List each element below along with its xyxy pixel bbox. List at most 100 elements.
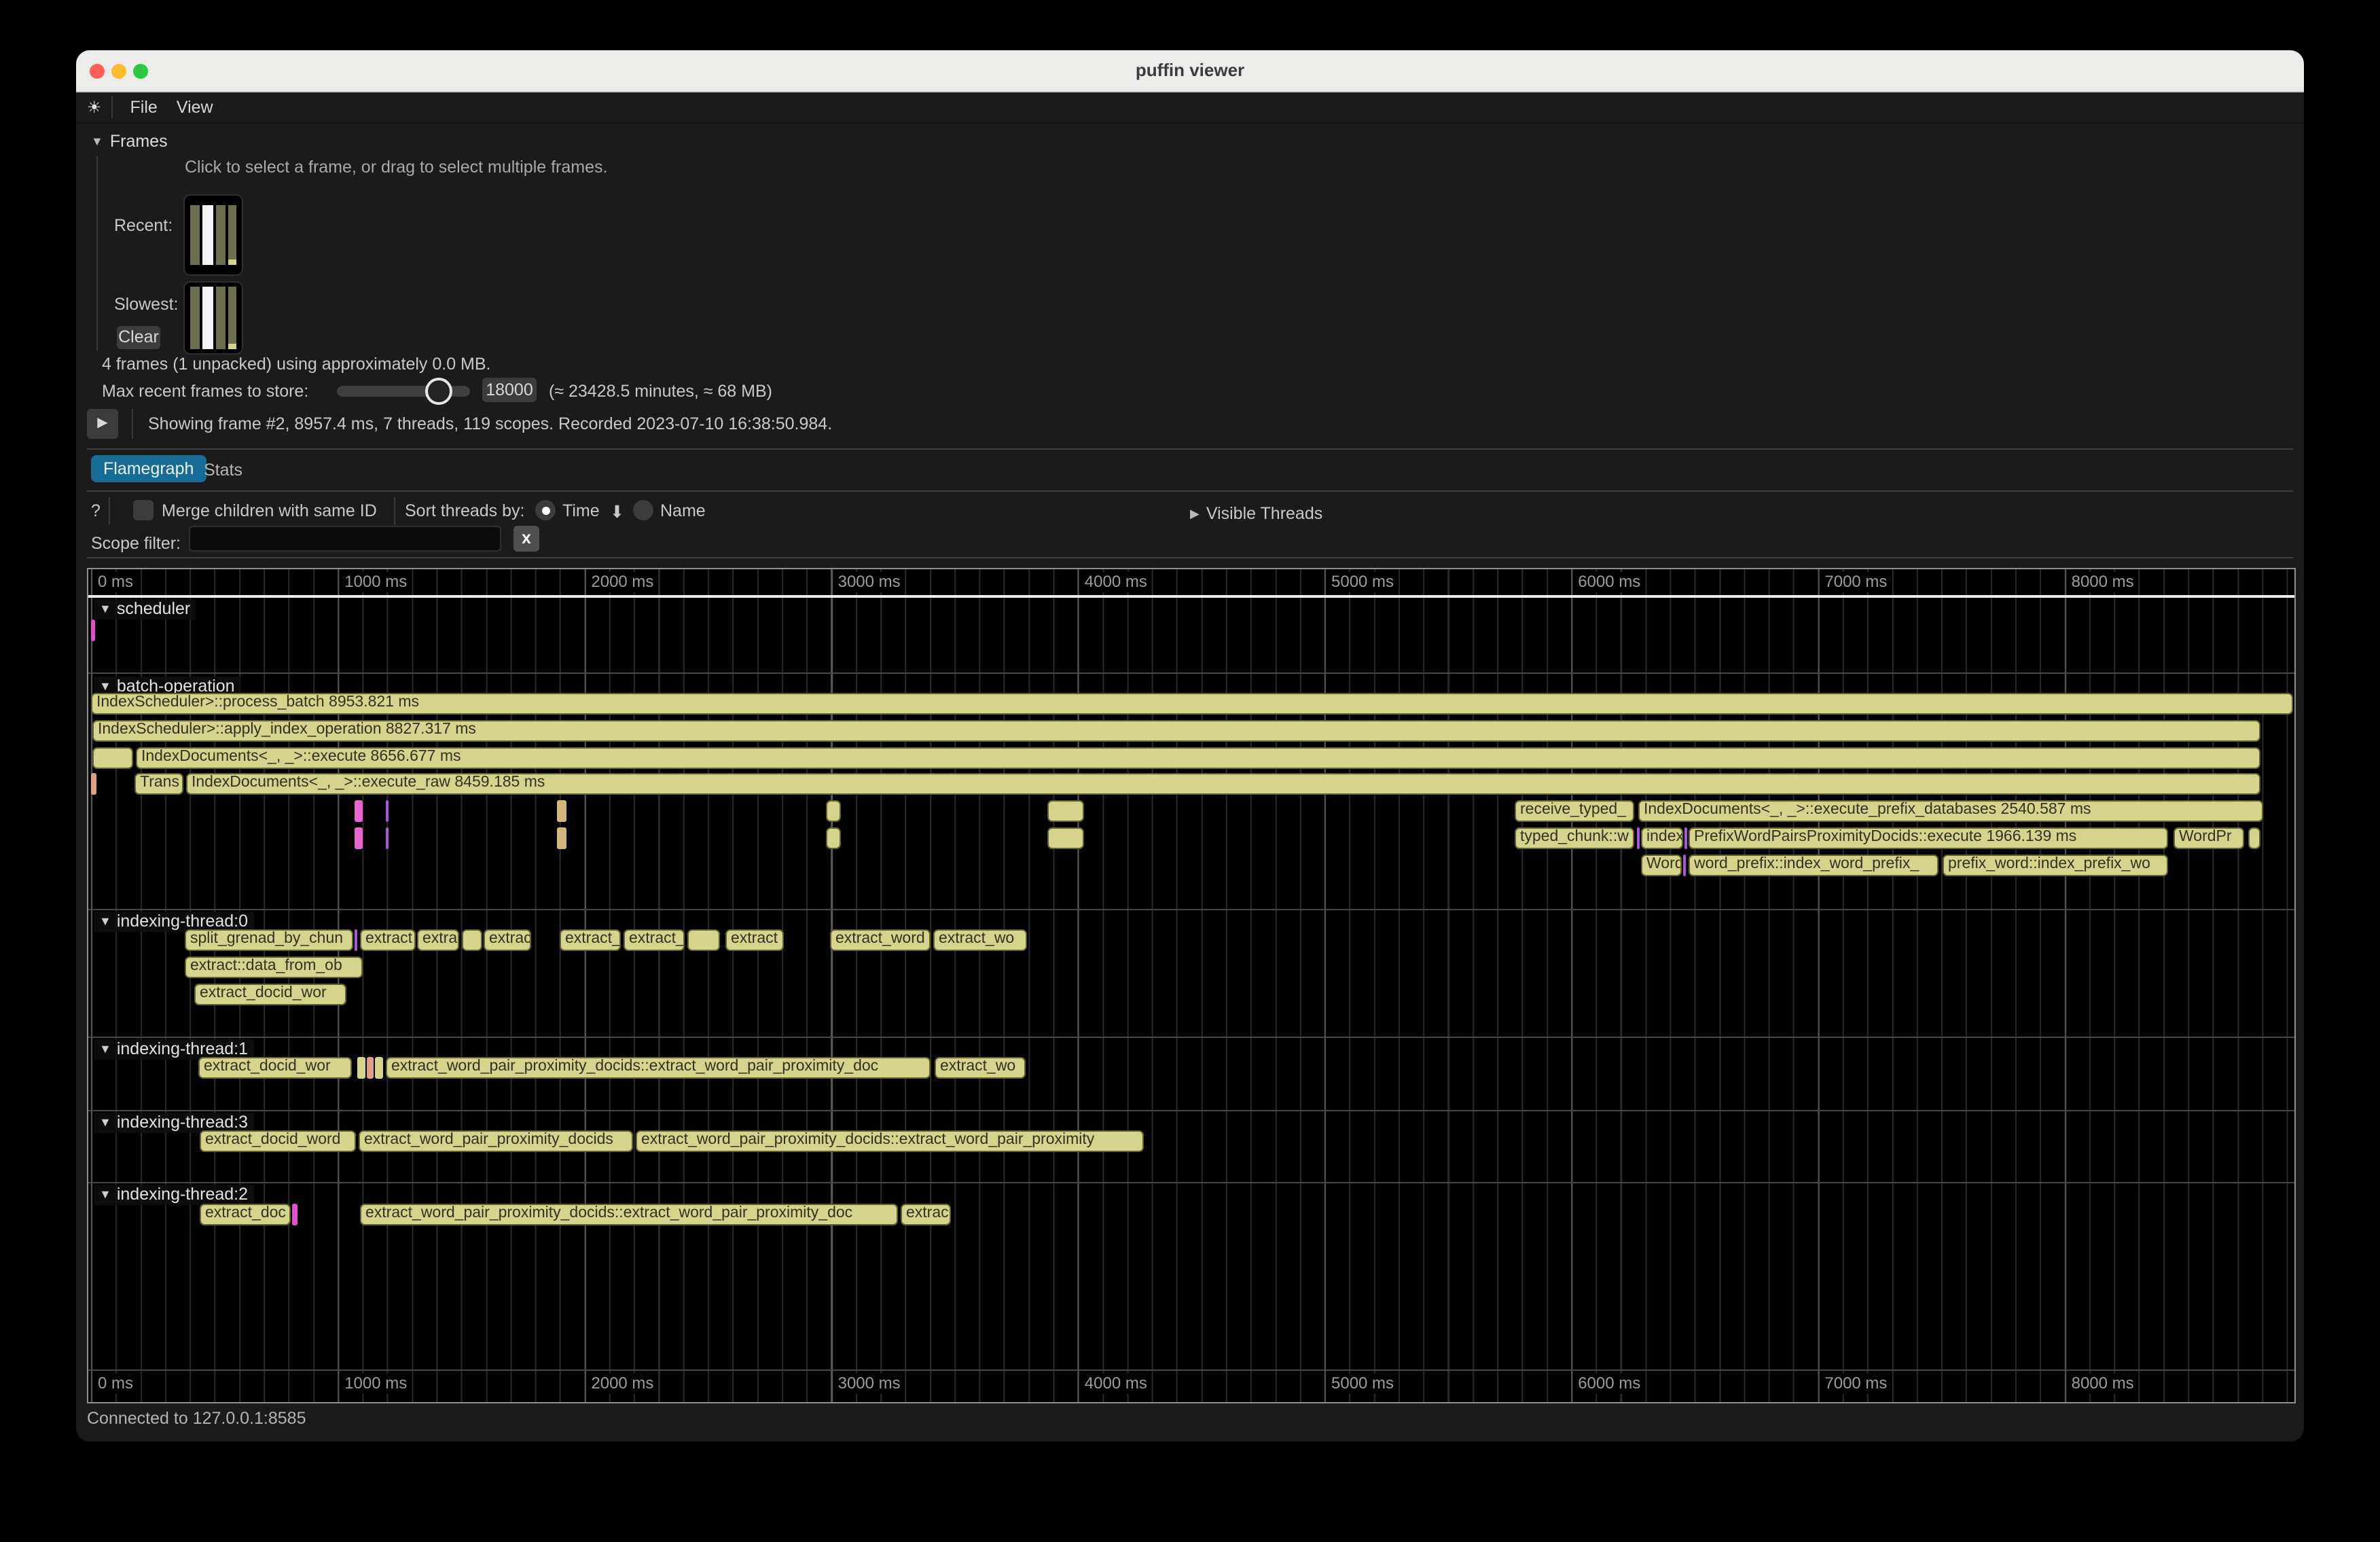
flamegraph-span[interactable] — [687, 929, 720, 950]
flamegraph-span[interactable]: PrefixWordPairsProximityDocids::execute … — [1689, 827, 2168, 848]
thumbnail-frame-bar — [190, 205, 200, 265]
flamegraph-span[interactable]: IndexDocuments<_, _>::execute_raw 8459.1… — [186, 773, 2260, 794]
flamegraph-span[interactable]: extract_word — [830, 929, 931, 950]
collapse-closed-icon: ▶ — [1190, 507, 1200, 520]
max-frames-value[interactable]: 18000 — [482, 378, 537, 402]
flamegraph-span[interactable] — [355, 827, 363, 848]
slider-knob[interactable] — [425, 378, 452, 405]
flamegraph-span[interactable]: extract_ — [560, 929, 621, 950]
flamegraph-span[interactable] — [826, 800, 841, 821]
flamegraph-span[interactable]: extract_wo — [935, 1057, 1026, 1078]
divider — [394, 497, 395, 524]
frames-summary: 4 frames (1 unpacked) using approximatel… — [102, 355, 491, 374]
flamegraph-span[interactable] — [92, 747, 133, 768]
flamegraph-span[interactable] — [367, 1057, 374, 1078]
recent-thumbnail-bars — [190, 205, 236, 265]
flamegraph-span[interactable] — [2248, 827, 2260, 848]
flamegraph-span[interactable] — [826, 827, 841, 848]
status-bar: Connected to 127.0.0.1:8585 — [87, 1409, 306, 1428]
flamegraph-span[interactable]: WordPr — [2174, 827, 2244, 848]
flamegraph-span[interactable] — [462, 929, 482, 950]
tab-stats[interactable]: Stats — [204, 461, 242, 480]
thumbnail-frame-bar — [216, 287, 226, 349]
frames-collapsing-header[interactable]: ▼Frames — [91, 129, 168, 154]
menu-bar: ☀ File View — [76, 92, 2304, 124]
help-button[interactable]: ? — [91, 501, 101, 520]
flamegraph-span[interactable]: extract_word_pair_proximity_docids::extr… — [386, 1057, 931, 1078]
play-button[interactable]: ▶ — [87, 409, 118, 439]
recent-frames-thumbnail[interactable] — [183, 194, 243, 276]
merge-children-checkbox[interactable] — [133, 500, 154, 520]
thumbnail-frame-bar — [202, 205, 213, 265]
clear-filter-button[interactable]: x — [513, 526, 539, 552]
flamegraph-span[interactable] — [1683, 855, 1686, 876]
flamegraph-span[interactable]: extract_ — [624, 929, 685, 950]
flamegraph-span[interactable] — [1684, 827, 1687, 848]
flamegraph-span[interactable]: typed_chunk::w — [1515, 827, 1634, 848]
flamegraph-span[interactable] — [1637, 827, 1640, 848]
flamegraph-span[interactable] — [1047, 800, 1084, 821]
flamegraph-span[interactable]: word_prefix::index_word_prefix_ — [1689, 855, 1939, 876]
sort-time-label[interactable]: Time — [562, 501, 600, 520]
flamegraph-span[interactable] — [375, 1057, 383, 1078]
flamegraph-span[interactable]: IndexDocuments<_, _>::execute_prefix_dat… — [1638, 800, 2263, 821]
menu-file[interactable]: File — [121, 98, 167, 117]
flamegraph-span[interactable]: index — [1641, 827, 1683, 848]
thread-section-separator — [88, 1037, 2294, 1038]
menu-view[interactable]: View — [167, 98, 223, 117]
flamegraph-span[interactable]: extract — [725, 929, 784, 950]
flamegraph-span[interactable]: Trans — [134, 773, 183, 794]
collapse-open-icon: ▼ — [99, 1115, 111, 1129]
flamegraph-span[interactable]: extract_wo — [933, 929, 1027, 950]
flamegraph-span[interactable] — [91, 620, 95, 641]
thread-header-indexing-thread:2[interactable]: ▼indexing-thread:2 — [94, 1185, 253, 1205]
visible-threads-header[interactable]: ▶Visible Threads — [1190, 501, 1322, 526]
app-window: puffin viewer ☀ File View ▼Frames Click … — [76, 50, 2304, 1441]
slowest-frames-thumbnail[interactable] — [183, 281, 243, 355]
flamegraph-span[interactable] — [386, 827, 389, 848]
scope-filter-input[interactable] — [189, 526, 501, 552]
flamegraph-span[interactable] — [386, 800, 389, 821]
sort-time-radio[interactable] — [535, 500, 556, 520]
flamegraph-span[interactable] — [355, 929, 357, 950]
flamegraph-span[interactable]: IndexDocuments<_, _>::execute 8656.677 m… — [136, 747, 2260, 768]
sort-name-radio[interactable] — [633, 500, 653, 520]
clear-button[interactable]: Clear — [117, 326, 160, 349]
flamegraph-span[interactable]: Word — [1641, 855, 1682, 876]
flamegraph-span[interactable]: extrac — [484, 929, 531, 950]
flamegraph-span[interactable]: receive_typed_ — [1515, 800, 1634, 821]
flamegraph-span[interactable]: extract_word_pair_proximity_docids::extr… — [360, 1204, 898, 1225]
flamegraph-span[interactable]: extract_doc — [200, 1204, 291, 1225]
theme-sun-icon[interactable]: ☀ — [87, 98, 102, 117]
flamegraph-span[interactable]: extract_word_pair_proximity_docids — [359, 1130, 633, 1151]
flamegraph-span[interactable] — [1047, 827, 1084, 848]
max-frames-slider[interactable] — [337, 386, 470, 397]
flamegraph-span[interactable]: split_grenad_by_chun — [185, 929, 353, 950]
flamegraph-span[interactable] — [292, 1204, 298, 1225]
flamegraph-span[interactable]: IndexScheduler>::apply_index_operation 8… — [92, 720, 2260, 741]
sort-desc-arrow-icon[interactable]: ⬇ — [610, 501, 624, 522]
flamegraph-span[interactable] — [355, 800, 363, 821]
flamegraph-span[interactable]: extract — [360, 929, 416, 950]
flamegraph-span[interactable]: extra — [417, 929, 459, 950]
flamegraph-span[interactable]: IndexScheduler>::process_batch 8953.821 … — [91, 693, 2293, 714]
flamegraph-span[interactable]: prefix_word::index_prefix_wo — [1943, 855, 2168, 876]
title-bar: puffin viewer — [76, 50, 2304, 92]
max-frames-label: Max recent frames to store: — [102, 382, 308, 401]
collapse-open-icon: ▼ — [99, 1042, 111, 1056]
flamegraph-span[interactable]: extract_docid_wor — [198, 1057, 352, 1078]
tab-flamegraph[interactable]: Flamegraph — [91, 455, 206, 482]
flamegraph-span[interactable]: extract_word_pair_proximity_docids::extr… — [636, 1130, 1144, 1151]
flamegraph-span[interactable] — [557, 800, 566, 821]
sort-name-label[interactable]: Name — [660, 501, 706, 520]
flamegraph-span[interactable]: extract_docid_wor — [194, 984, 346, 1005]
flamegraph-panel[interactable]: 0 ms0 ms1000 ms1000 ms2000 ms2000 ms3000… — [87, 568, 2296, 1403]
flamegraph-span[interactable] — [557, 827, 566, 848]
flamegraph-span[interactable]: extract::data_from_ob — [185, 956, 363, 978]
thread-section-separator — [88, 909, 2294, 910]
flamegraph-span[interactable]: extrac — [901, 1204, 951, 1225]
thread-header-scheduler[interactable]: ▼scheduler — [94, 599, 196, 620]
flamegraph-span[interactable]: extract_docid_word — [200, 1130, 356, 1151]
flamegraph-span[interactable] — [357, 1057, 365, 1078]
flamegraph-span[interactable] — [91, 773, 96, 794]
